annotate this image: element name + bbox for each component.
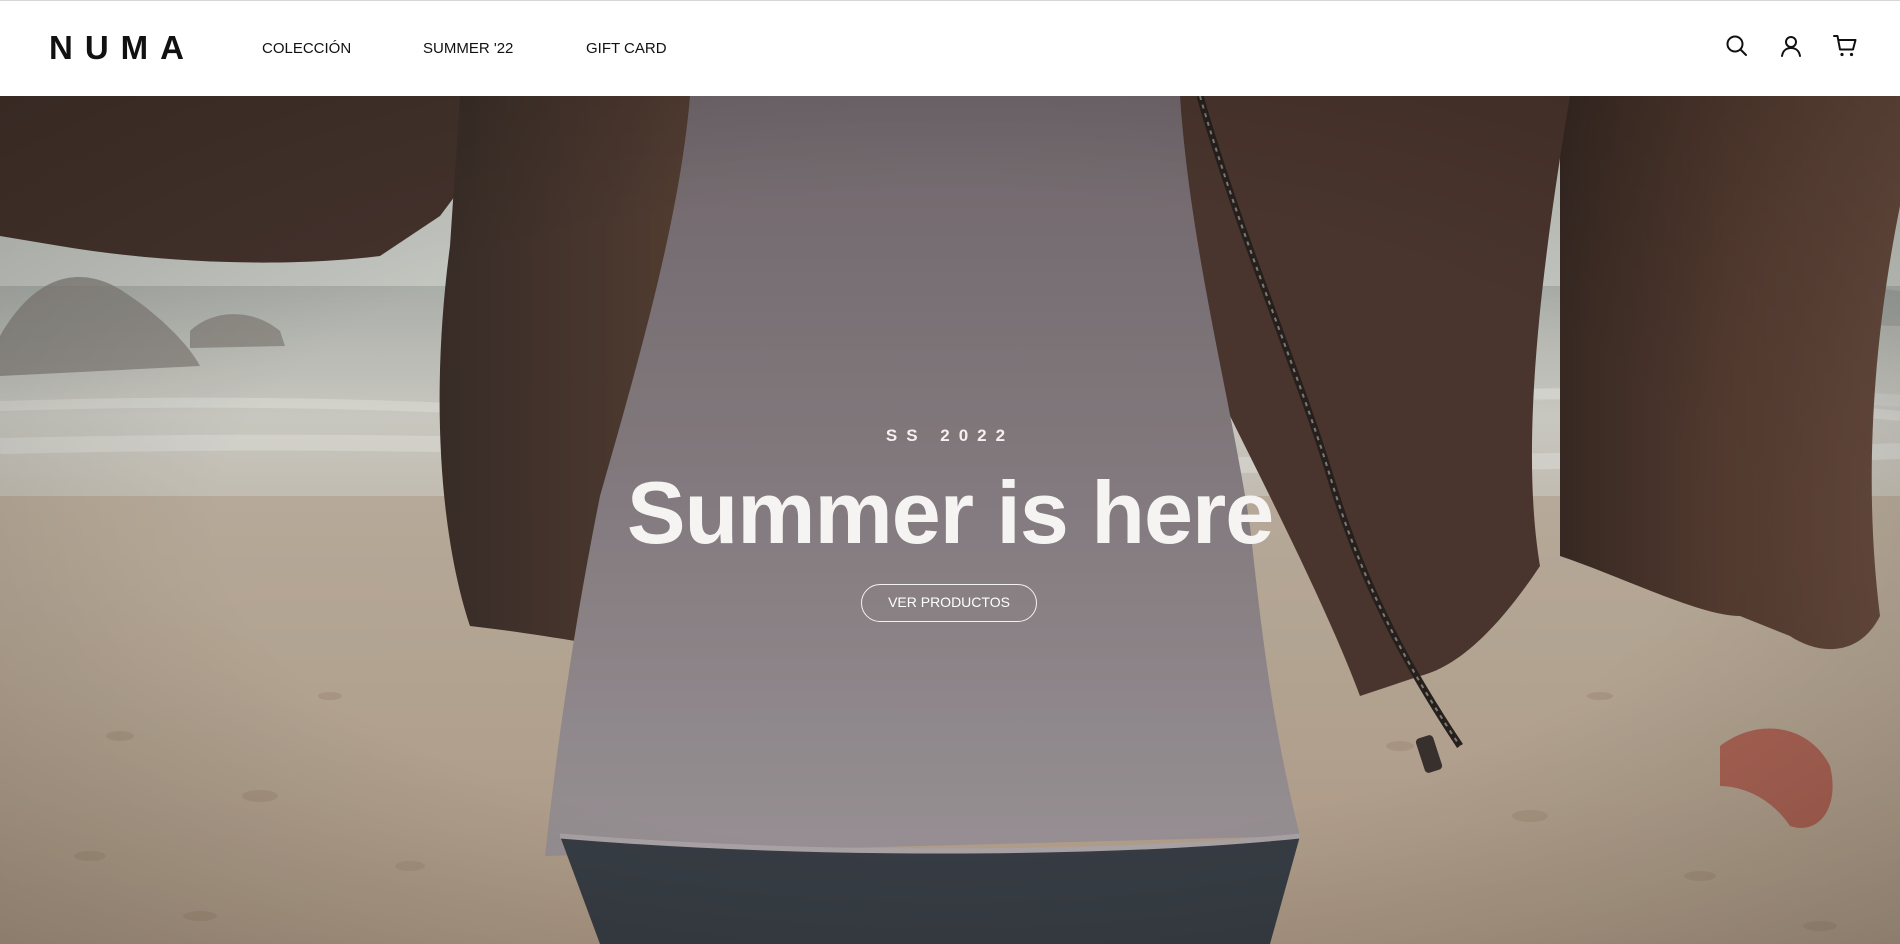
account-icon[interactable]: [1778, 33, 1804, 59]
hero-headline: Summer is here: [626, 463, 1274, 562]
nav-link-summer-22[interactable]: SUMMER '22: [423, 39, 513, 59]
hero-content: SS 2022 Summer is here VER PRODUCTOS: [0, 96, 1900, 944]
search-icon[interactable]: [1724, 33, 1750, 59]
nav-link-coleccion[interactable]: COLECCIÓN: [262, 39, 351, 59]
view-products-button[interactable]: VER PRODUCTOS: [861, 584, 1037, 622]
cart-icon[interactable]: [1832, 33, 1858, 59]
hero-kicker: SS 2022: [885, 426, 1015, 445]
hero-banner: SS 2022 Summer is here VER PRODUCTOS: [0, 96, 1900, 944]
nav-link-gift-card[interactable]: GIFT CARD: [586, 39, 667, 59]
site-header: NUMA COLECCIÓN SUMMER '22 GIFT CARD: [0, 0, 1900, 96]
brand-logo[interactable]: NUMA: [49, 28, 196, 68]
